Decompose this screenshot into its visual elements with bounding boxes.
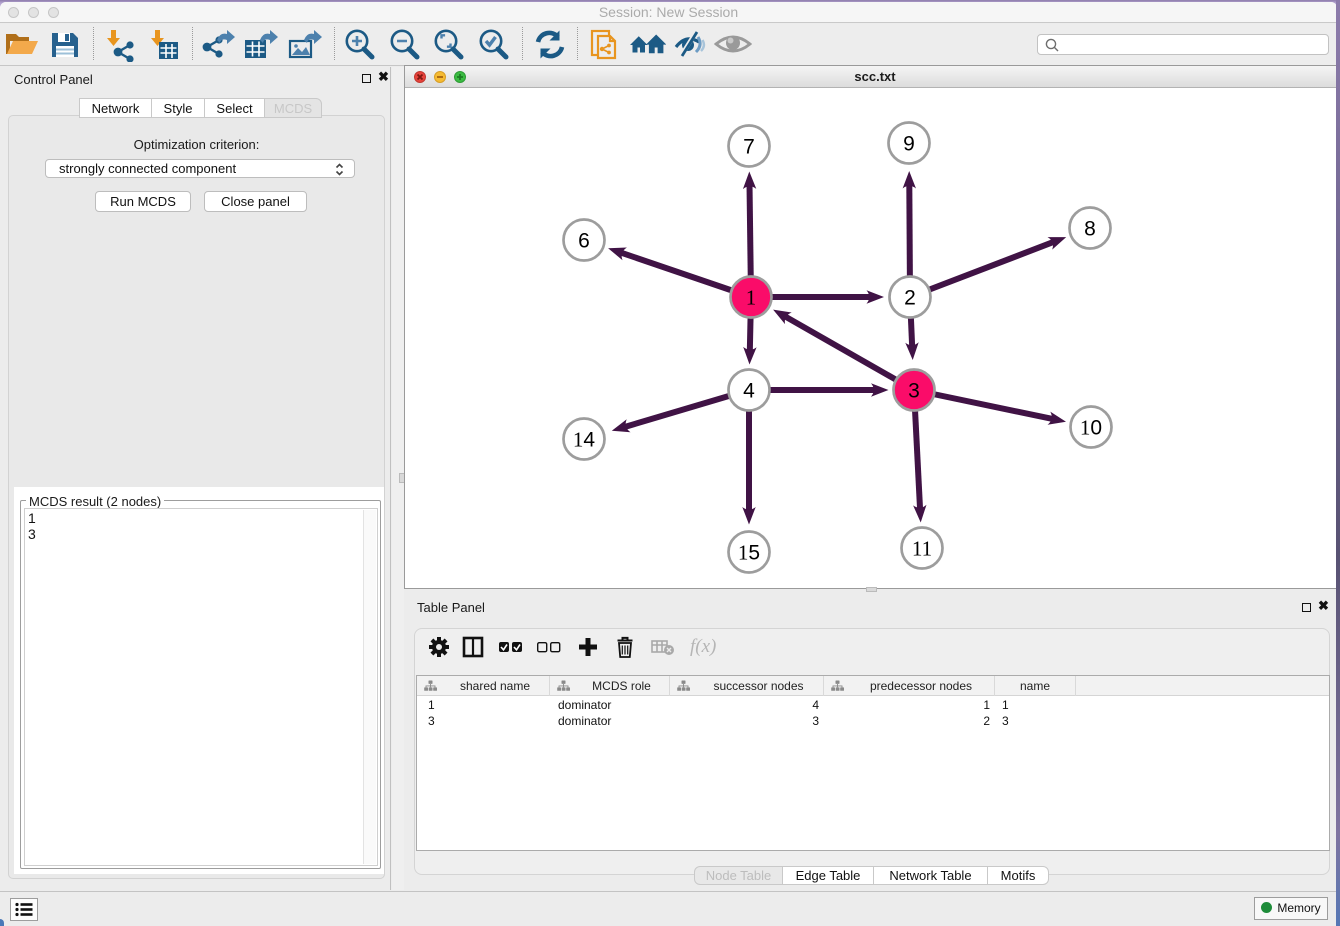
svg-text:2: 2 bbox=[904, 287, 916, 310]
svg-text:9: 9 bbox=[903, 133, 915, 156]
svg-text:1: 1 bbox=[746, 286, 757, 310]
svg-text:14: 14 bbox=[573, 428, 596, 452]
svg-text:8: 8 bbox=[1084, 218, 1096, 241]
svg-text:6: 6 bbox=[578, 230, 590, 253]
svg-text:3: 3 bbox=[908, 380, 920, 403]
svg-text:11: 11 bbox=[912, 537, 932, 561]
svg-text:7: 7 bbox=[743, 136, 755, 159]
svg-text:15: 15 bbox=[738, 541, 760, 565]
svg-text:10: 10 bbox=[1080, 416, 1102, 440]
svg-text:4: 4 bbox=[743, 380, 755, 403]
